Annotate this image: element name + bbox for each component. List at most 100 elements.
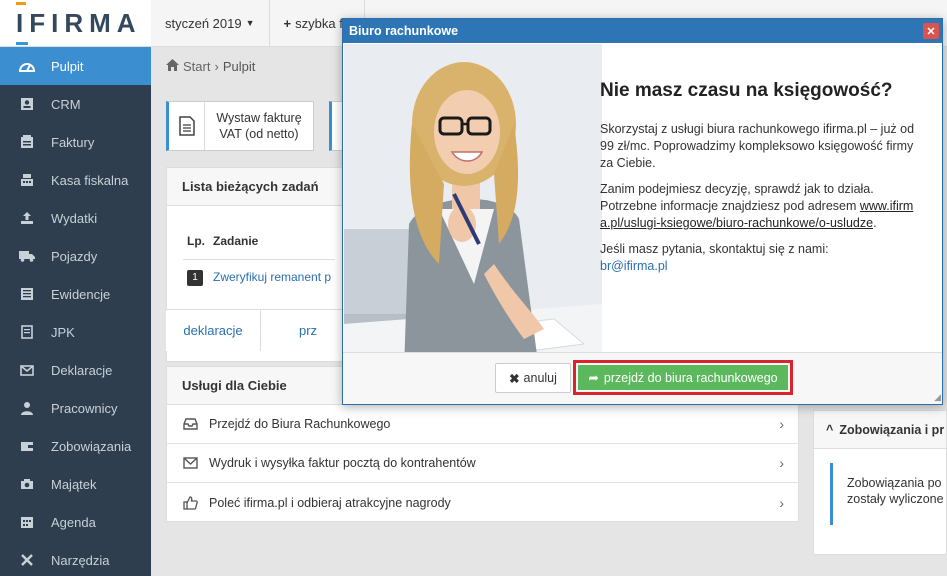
- cash-register-icon: [18, 172, 36, 188]
- sidebar-item-label: Zobowiązania: [51, 438, 132, 454]
- sidebar-item-label: Pracownicy: [51, 400, 118, 416]
- cancel-button[interactable]: ✖ anuluj: [495, 363, 571, 393]
- breadcrumb-current: Pulpit: [222, 59, 256, 74]
- service-label: Wydruk i wysyłka faktur pocztą do kontra…: [209, 456, 476, 470]
- sidebar-item-label: Narzędzia: [51, 552, 110, 568]
- modal-paragraph-3-text: Jeśli masz pytania, skontaktuj się z nam…: [600, 242, 829, 256]
- sidebar-item-label: Wydatki: [51, 210, 98, 226]
- contact-email-link[interactable]: br@ifirma.pl: [600, 259, 668, 273]
- home-icon: [166, 59, 179, 74]
- modal-paragraph-2-end: .: [873, 216, 877, 230]
- sidebar-item-label: CRM: [51, 96, 81, 112]
- modal-content: Nie masz czasu na księgowość? Skorzystaj…: [600, 79, 915, 284]
- modal-title: Biuro rachunkowe: [349, 24, 459, 38]
- current-tasks-title: Lista bieżących zadań: [167, 168, 355, 206]
- sidebar-item-label: Deklaracje: [51, 362, 113, 378]
- sidebar-item-deklaracje[interactable]: Deklaracje: [0, 351, 151, 389]
- breadcrumb: Start › Pulpit: [166, 59, 255, 74]
- caret-down-icon: ▼: [245, 18, 255, 28]
- logo-text: IFIRMA: [16, 7, 142, 38]
- month-selector[interactable]: styczeń 2019 ▼: [151, 0, 270, 47]
- obligations-header[interactable]: ^ Zobowiązania i pr: [814, 411, 946, 449]
- sidebar-nav: Pulpit CRM Faktury Kasa fiskalna Wydatki…: [0, 47, 151, 576]
- accounting-office-modal: Biuro rachunkowe ✕ Nie masz czasu na ksi…: [342, 18, 943, 405]
- task-link[interactable]: Zweryfikuj remanent p: [213, 270, 331, 284]
- plus-icon: +: [283, 15, 292, 31]
- sidebar-item-label: Agenda: [51, 514, 96, 530]
- sidebar-item-label: Kasa fiskalna: [51, 172, 129, 188]
- month-label: styczeń 2019: [165, 15, 242, 31]
- user-icon: [18, 400, 36, 416]
- logo-area[interactable]: IFIRMA: [0, 0, 151, 47]
- sidebar-item-jpk[interactable]: JPK: [0, 313, 151, 351]
- modal-heading: Nie masz czasu na księgowość?: [600, 80, 893, 101]
- sidebar-item-zobowiazania[interactable]: Zobowiązania: [0, 427, 151, 465]
- resize-handle-icon[interactable]: ◢: [934, 392, 941, 403]
- dashboard-icon: [18, 58, 36, 74]
- logo-accent-orange: [16, 1, 26, 5]
- logo[interactable]: IFIRMA: [16, 1, 142, 45]
- cancel-label: anuluj: [523, 371, 557, 385]
- sidebar-item-label: Majątek: [51, 476, 97, 492]
- sidebar-item-ewidencje[interactable]: Ewidencje: [0, 275, 151, 313]
- camera-icon: [18, 476, 36, 492]
- issue-invoice-button[interactable]: Wystaw fakturę VAT (od netto): [166, 101, 314, 151]
- sidebar-item-label: Pulpit: [51, 58, 84, 74]
- obligations-body: Zobowiązania po zostały wyliczone: [830, 463, 946, 525]
- upload-icon: [18, 210, 36, 226]
- inbox-icon: [181, 418, 199, 430]
- service-item-accounting-office[interactable]: Przejdź do Biura Rachunkowego ›: [167, 405, 798, 444]
- modal-footer: ✖ anuluj ➦ przejdź do biura rachunkowego: [343, 352, 942, 404]
- sidebar-item-faktury[interactable]: Faktury: [0, 123, 151, 161]
- tab-declarations[interactable]: deklaracje: [166, 310, 261, 351]
- close-icon[interactable]: ✕: [923, 23, 939, 39]
- obligations-title: Zobowiązania i pr: [839, 422, 945, 437]
- calendar-icon: [18, 514, 36, 530]
- sidebar-item-narzedzia[interactable]: Narzędzia: [0, 541, 151, 576]
- row-number-badge: 1: [187, 269, 203, 286]
- issue-invoice-line1: Wystaw fakturę: [216, 111, 302, 125]
- go-to-accounting-office-button[interactable]: ➦ przejdź do biura rachunkowego: [578, 365, 788, 390]
- service-item-refer[interactable]: Poleć ifirma.pl i odbieraj atrakcyjne na…: [167, 483, 798, 522]
- sidebar-item-pracownicy[interactable]: Pracownicy: [0, 389, 151, 427]
- service-item-mail-invoices[interactable]: Wydruk i wysyłka faktur pocztą do kontra…: [167, 444, 798, 483]
- document-icon: [18, 324, 36, 340]
- service-label: Poleć ifirma.pl i odbieraj atrakcyjne na…: [209, 495, 451, 510]
- chevron-up-icon: ^: [826, 422, 834, 437]
- logo-accent-blue: [16, 41, 28, 45]
- ledger-icon: [18, 286, 36, 302]
- sidebar-item-wydatki[interactable]: Wydatki: [0, 199, 151, 237]
- tools-icon: [18, 552, 36, 568]
- wallet-icon: [18, 438, 36, 454]
- issue-invoice-line2: VAT (od netto): [219, 127, 299, 141]
- illustration-svg: [344, 44, 602, 370]
- breadcrumb-start[interactable]: Start: [183, 59, 210, 74]
- sidebar: IFIRMA Pulpit CRM Faktury Kasa fiskalna …: [0, 0, 151, 576]
- sidebar-item-label: JPK: [51, 324, 75, 340]
- chevron-right-icon: ›: [779, 416, 784, 432]
- modal-paragraph-3: Jeśli masz pytania, skontaktuj się z nam…: [600, 241, 915, 275]
- tasks-table: Lp. Zadanie 1 Zweryfikuj remanent p: [183, 223, 336, 295]
- sidebar-item-pojazdy[interactable]: Pojazdy: [0, 237, 151, 275]
- truck-icon: [18, 248, 36, 264]
- invoice-doc-icon: [169, 102, 205, 150]
- sidebar-item-pulpit[interactable]: Pulpit: [0, 47, 151, 85]
- table-row: 1 Zweryfikuj remanent p: [183, 259, 335, 295]
- go-label: przejdź do biura rachunkowego: [603, 370, 778, 385]
- obligations-line1: Zobowiązania po: [847, 476, 942, 490]
- woman-illustration: [344, 44, 602, 370]
- close-icon: ✖: [509, 371, 520, 386]
- row-task-cell: Zweryfikuj remanent p: [209, 259, 335, 295]
- obligations-panel: ^ Zobowiązania i pr Zobowiązania po zosta…: [813, 410, 947, 555]
- col-lp: Lp.: [183, 223, 209, 260]
- tasks-header-row: Lp. Zadanie: [183, 223, 336, 260]
- envelope-icon: [181, 457, 199, 469]
- modal-paragraph-2-text: Zanim podejmiesz decyzję, sprawdź jak to…: [600, 182, 874, 213]
- sidebar-item-kasa-fiskalna[interactable]: Kasa fiskalna: [0, 161, 151, 199]
- declaration-icon: [18, 362, 36, 378]
- sidebar-item-label: Ewidencje: [51, 286, 111, 302]
- issue-invoice-label: Wystaw fakturę VAT (od netto): [205, 110, 313, 142]
- sidebar-item-crm[interactable]: CRM: [0, 85, 151, 123]
- sidebar-item-majatek[interactable]: Majątek: [0, 465, 151, 503]
- sidebar-item-agenda[interactable]: Agenda: [0, 503, 151, 541]
